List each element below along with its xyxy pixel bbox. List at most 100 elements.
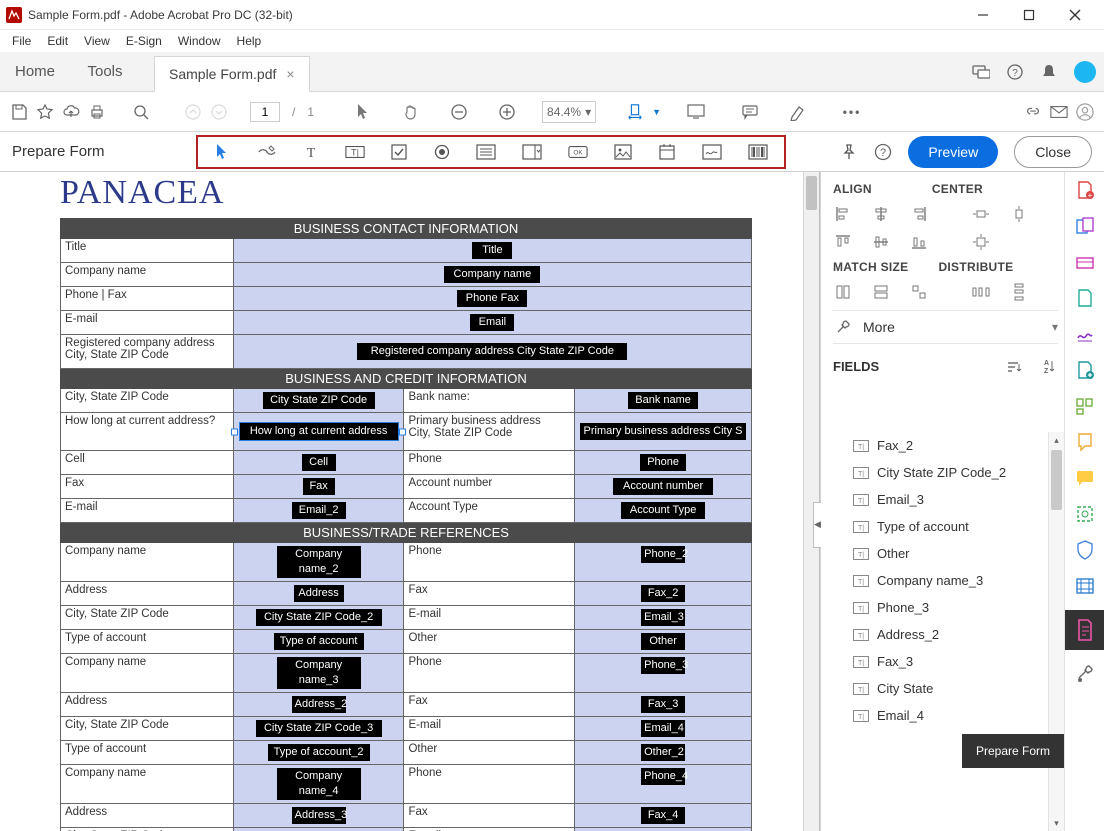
- document-view[interactable]: ▶ PANACEA BUSINESS CONTACT INFORMATION T…: [0, 172, 820, 831]
- text-field-icon[interactable]: T: [303, 142, 320, 162]
- chevron-down-icon[interactable]: ▼: [652, 107, 661, 117]
- match-height-icon[interactable]: [871, 282, 891, 302]
- form-field-selected[interactable]: How long at current address: [240, 423, 398, 440]
- center-v-icon[interactable]: [1009, 204, 1029, 224]
- window-maximize-button[interactable]: [1006, 0, 1052, 30]
- field-list-item[interactable]: T|Type of account: [821, 513, 1064, 540]
- document-tab[interactable]: Sample Form.pdf ×: [154, 56, 310, 92]
- form-field[interactable]: Email_2: [292, 502, 346, 519]
- notifications-icon[interactable]: [1040, 63, 1058, 81]
- form-field[interactable]: Cell: [302, 454, 336, 471]
- hand-tool-icon[interactable]: [402, 103, 420, 121]
- form-field[interactable]: Registered company address City State ZI…: [357, 343, 627, 360]
- form-field[interactable]: Fax_2: [641, 585, 685, 602]
- form-field[interactable]: Company name: [444, 266, 540, 283]
- form-field[interactable]: Other_2: [641, 744, 685, 761]
- center-both-icon[interactable]: [971, 232, 991, 252]
- cloud-upload-icon[interactable]: [62, 103, 80, 121]
- field-list-item[interactable]: T|Fax_2: [821, 432, 1064, 459]
- align-center-h-icon[interactable]: [871, 204, 891, 224]
- page-number-input[interactable]: [250, 102, 280, 122]
- help-panel-icon[interactable]: ?: [874, 143, 892, 161]
- form-field[interactable]: Phone_3: [641, 657, 685, 674]
- fields-scrollbar[interactable]: ▴▾: [1048, 432, 1064, 831]
- pin-panel-icon[interactable]: [840, 143, 858, 161]
- signature-field-icon[interactable]: [702, 142, 722, 162]
- organize-pages-tool-icon[interactable]: [1073, 394, 1097, 418]
- form-field[interactable]: Address: [294, 585, 344, 602]
- fill-sign-tool-icon[interactable]: [1073, 322, 1097, 346]
- more-tools-icon[interactable]: •••: [843, 103, 861, 121]
- window-close-button[interactable]: [1052, 0, 1098, 30]
- align-bottom-icon[interactable]: [909, 232, 929, 252]
- match-width-icon[interactable]: [833, 282, 853, 302]
- menu-window[interactable]: Window: [172, 32, 227, 50]
- fit-width-icon[interactable]: [626, 103, 644, 121]
- distribute-v-icon[interactable]: [1009, 282, 1029, 302]
- edit-text-tool-icon[interactable]: [257, 142, 277, 162]
- sort-az-icon[interactable]: AZ: [1038, 356, 1058, 376]
- create-pdf-tool-icon[interactable]: +: [1073, 178, 1097, 202]
- date-field-icon[interactable]: [658, 142, 676, 162]
- request-signatures-tool-icon[interactable]: [1073, 286, 1097, 310]
- field-list-item[interactable]: T|Email_4: [821, 702, 1064, 729]
- selection-tool-icon[interactable]: [214, 142, 231, 162]
- send-for-comments-tool-icon[interactable]: [1073, 430, 1097, 454]
- text-field-multiline-icon[interactable]: T|: [345, 142, 365, 162]
- form-field[interactable]: Fax_3: [641, 696, 685, 713]
- export-pdf-tool-icon[interactable]: [1073, 358, 1097, 382]
- form-field[interactable]: City State ZIP Code_3: [256, 720, 382, 737]
- email-icon[interactable]: [1050, 103, 1068, 121]
- image-field-icon[interactable]: [614, 142, 632, 162]
- page-down-icon[interactable]: [210, 103, 228, 121]
- form-field[interactable]: Company name_2: [277, 546, 361, 578]
- align-left-icon[interactable]: [833, 204, 853, 224]
- form-field[interactable]: Fax_4: [641, 807, 685, 824]
- comment-tool-icon[interactable]: [1073, 466, 1097, 490]
- checkbox-field-icon[interactable]: [391, 142, 408, 162]
- form-field[interactable]: Other: [641, 633, 685, 650]
- form-field[interactable]: Account Type: [621, 502, 705, 519]
- select-tool-icon[interactable]: [354, 103, 372, 121]
- profile-icon[interactable]: [1076, 103, 1094, 121]
- center-h-icon[interactable]: [971, 204, 991, 224]
- desktop-sync-icon[interactable]: [972, 63, 990, 81]
- print-icon[interactable]: [88, 103, 106, 121]
- field-list-item[interactable]: T|Email_3: [821, 486, 1064, 513]
- form-field[interactable]: Type of account_2: [268, 744, 370, 761]
- form-field[interactable]: Phone: [640, 454, 686, 471]
- scan-ocr-tool-icon[interactable]: [1073, 502, 1097, 526]
- menu-esign[interactable]: E-Sign: [120, 32, 168, 50]
- zoom-combo[interactable]: 84.4%▾: [542, 101, 596, 123]
- form-field[interactable]: Address_3: [292, 807, 346, 824]
- form-field[interactable]: Phone_4: [641, 768, 685, 785]
- protect-tool-icon[interactable]: [1073, 538, 1097, 562]
- find-icon[interactable]: [132, 103, 150, 121]
- form-field[interactable]: Address_2: [292, 696, 346, 713]
- zoom-in-icon[interactable]: [498, 103, 516, 121]
- form-field[interactable]: Phone_2: [641, 546, 685, 563]
- field-list-item[interactable]: T|Other: [821, 540, 1064, 567]
- form-field[interactable]: Email_3: [641, 609, 685, 626]
- edit-pdf-tool-icon[interactable]: [1073, 250, 1097, 274]
- page-up-icon[interactable]: [184, 103, 202, 121]
- form-field[interactable]: City State ZIP Code_2: [256, 609, 382, 626]
- form-field[interactable]: Account number: [613, 478, 713, 495]
- preview-button[interactable]: Preview: [908, 136, 998, 168]
- align-middle-icon[interactable]: [871, 232, 891, 252]
- more-button[interactable]: More ▾: [833, 310, 1058, 344]
- form-field[interactable]: Title: [472, 242, 512, 259]
- panel-expand-handle-left[interactable]: ◀: [813, 502, 821, 548]
- zoom-out-icon[interactable]: [450, 103, 468, 121]
- form-field[interactable]: Company name_3: [277, 657, 361, 689]
- sort-icon[interactable]: [1004, 357, 1024, 377]
- button-field-icon[interactable]: OK: [568, 142, 588, 162]
- field-list-item[interactable]: T|Company name_3: [821, 567, 1064, 594]
- field-list-item[interactable]: T|City State ZIP Code_2: [821, 459, 1064, 486]
- dropdown-field-icon[interactable]: [522, 142, 542, 162]
- close-panel-button[interactable]: Close: [1014, 136, 1092, 168]
- barcode-field-icon[interactable]: [748, 142, 768, 162]
- form-field[interactable]: Email: [470, 314, 514, 331]
- rich-media-tool-icon[interactable]: [1073, 574, 1097, 598]
- nav-home[interactable]: Home: [0, 51, 70, 91]
